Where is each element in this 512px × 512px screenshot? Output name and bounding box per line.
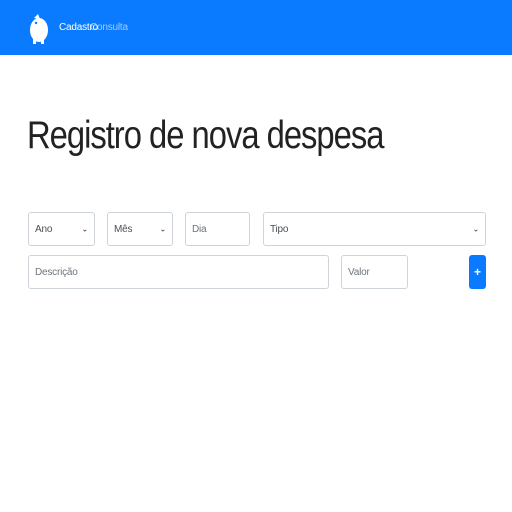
add-expense-button[interactable]: +: [469, 255, 486, 289]
dia-input[interactable]: Dia: [185, 212, 250, 246]
plus-icon: +: [473, 265, 481, 279]
chevron-down-icon: ⌄: [159, 224, 166, 234]
tipo-select[interactable]: Tipo ⌄: [263, 212, 486, 246]
page-title: Registro de nova despesa: [27, 114, 384, 157]
descricao-placeholder: Descrição: [35, 266, 78, 278]
valor-placeholder: Valor: [348, 266, 370, 278]
piggy-bank-icon[interactable]: [28, 10, 50, 46]
valor-input[interactable]: Valor: [341, 255, 408, 289]
ano-select-value: Ano: [35, 223, 53, 235]
chevron-down-icon: ⌄: [81, 224, 88, 234]
mes-select-value: Mês: [114, 223, 133, 235]
nav-link-consulta[interactable]: Consulta: [90, 22, 128, 34]
descricao-input[interactable]: Descrição: [28, 255, 329, 289]
ano-select[interactable]: Ano ⌄: [28, 212, 95, 246]
tipo-select-value: Tipo: [270, 223, 289, 235]
mes-select[interactable]: Mês ⌄: [107, 212, 173, 246]
dia-placeholder: Dia: [192, 223, 207, 235]
navbar: Cadastro Consulta: [0, 0, 512, 55]
chevron-down-icon: ⌄: [472, 224, 479, 234]
